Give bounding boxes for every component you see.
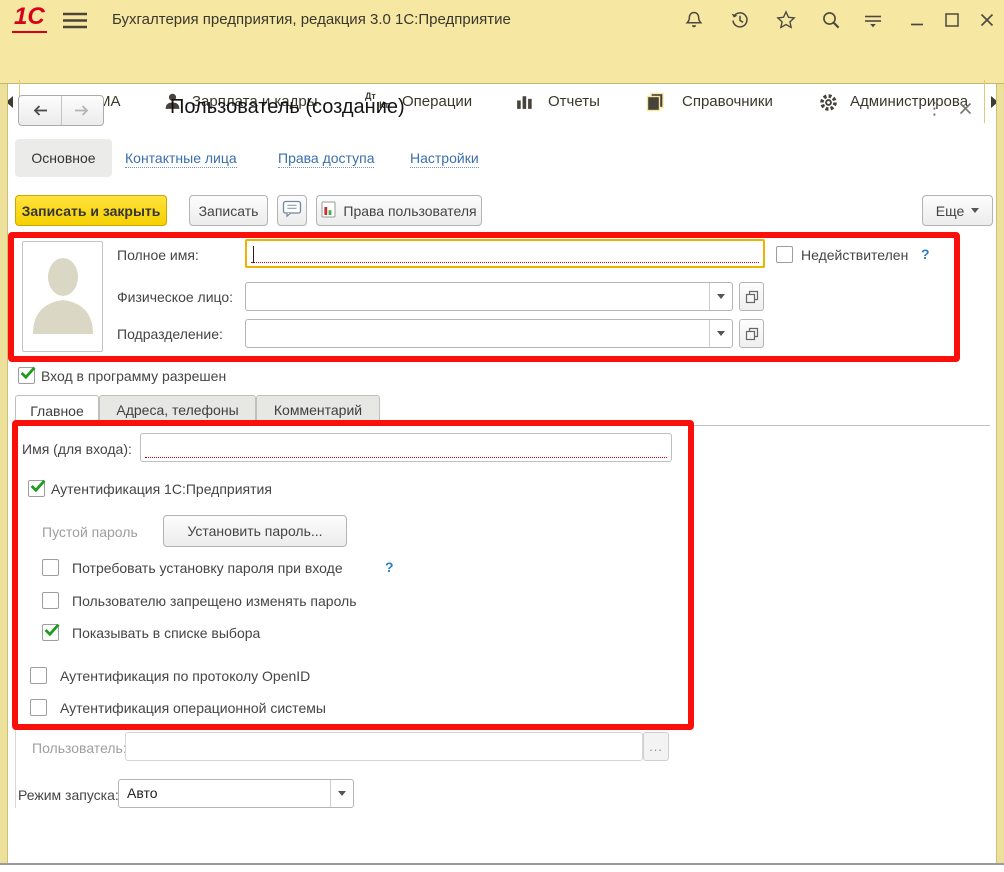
- auth-1c-label[interactable]: Аутентификация 1С:Предприятия: [51, 481, 272, 497]
- person-open-button[interactable]: [739, 282, 764, 311]
- search-icon[interactable]: [820, 9, 842, 31]
- invalid-label[interactable]: Недействителен: [801, 247, 908, 263]
- login-allowed-label[interactable]: Вход в программу разрешен: [41, 368, 226, 384]
- os-user-input[interactable]: [125, 732, 643, 761]
- department-label: Подразделение:: [117, 326, 223, 342]
- show-in-list-checkbox[interactable]: [42, 624, 59, 641]
- save-and-close-button[interactable]: Записать и закрыть: [15, 195, 167, 226]
- full-name-label: Полное имя:: [117, 247, 199, 263]
- tab-pane-border: [15, 425, 990, 426]
- settings-menu-icon[interactable]: [862, 9, 884, 31]
- tab-access-rights[interactable]: Права доступа: [278, 150, 374, 168]
- person-combo[interactable]: [245, 282, 733, 311]
- tab-settings[interactable]: Настройки: [410, 150, 479, 168]
- forbid-password-change-label[interactable]: Пользователю запрещено изменять пароль: [72, 593, 357, 609]
- save-button[interactable]: Записать: [189, 195, 268, 226]
- back-button[interactable]: [19, 96, 61, 125]
- window-bottom-edge: [0, 863, 1004, 865]
- run-mode-dropdown-icon[interactable]: [330, 780, 353, 807]
- text-caret: [253, 246, 254, 263]
- window-right-edge: [996, 84, 1004, 864]
- gear-icon: [818, 92, 839, 118]
- sections-panel: ОС и НМА Зарплата и кадры Дт Кт Операции…: [0, 40, 1004, 84]
- 1c-logo: 1С: [12, 4, 47, 33]
- auth-1c-checkbox[interactable]: [28, 480, 45, 497]
- tab-addresses-label: Адреса, телефоны: [116, 402, 238, 418]
- open-icon: [745, 327, 759, 341]
- tab-comment[interactable]: Комментарий: [256, 395, 380, 425]
- os-user-select-button[interactable]: ...: [643, 732, 669, 761]
- app-title: Бухгалтерия предприятия, редакция 3.0 1С…: [112, 11, 511, 28]
- os-auth-label[interactable]: Аутентификация операционной системы: [60, 700, 326, 716]
- comment-button[interactable]: [277, 195, 307, 226]
- open-icon: [745, 290, 759, 304]
- user-rights-label: Права пользователя: [343, 203, 476, 219]
- page-title: Пользователь (создание): [170, 96, 405, 119]
- tab-addresses[interactable]: Адреса, телефоны: [99, 395, 256, 425]
- require-password-checkbox[interactable]: [42, 559, 59, 576]
- invalid-checkbox[interactable]: [776, 246, 793, 263]
- require-password-help-link[interactable]: ?: [385, 559, 394, 575]
- chevron-down-icon: [971, 208, 979, 213]
- tab-glavnoe[interactable]: Главное: [15, 395, 99, 426]
- user-rights-icon: [321, 201, 336, 221]
- require-password-label[interactable]: Потребовать установку пароля при входе: [72, 560, 343, 576]
- department-combo[interactable]: [245, 319, 733, 348]
- tab-main[interactable]: Основное: [15, 139, 112, 177]
- history-icon[interactable]: [729, 9, 751, 31]
- full-name-input[interactable]: [245, 239, 765, 268]
- catalogs-icon: [645, 92, 665, 117]
- login-name-input[interactable]: [140, 433, 672, 462]
- forbid-password-change-checkbox[interactable]: [42, 592, 59, 609]
- more-label: Еще: [936, 203, 965, 219]
- more-button[interactable]: Еще: [922, 195, 993, 226]
- tab-contact-persons[interactable]: Контактные лица: [125, 150, 237, 168]
- user-rights-button[interactable]: Права пользователя: [316, 195, 482, 226]
- section-catalogs[interactable]: Справочники: [682, 93, 773, 110]
- person-dropdown-icon[interactable]: [709, 283, 732, 310]
- openid-auth-label[interactable]: Аутентификация по протоколу OpenID: [60, 668, 310, 684]
- tab-pane-border-left: [15, 425, 16, 808]
- department-dropdown-icon[interactable]: [709, 320, 732, 347]
- section-operations[interactable]: Операции: [402, 93, 472, 110]
- department-open-button[interactable]: [739, 319, 764, 348]
- os-auth-checkbox[interactable]: [30, 699, 47, 716]
- openid-auth-checkbox[interactable]: [30, 667, 47, 684]
- window-left-edge: [0, 84, 8, 864]
- run-mode-value: Авто: [127, 785, 158, 801]
- form-kebab-menu-icon[interactable]: ⋮: [926, 98, 943, 120]
- maximize-icon[interactable]: [941, 9, 963, 31]
- close-icon[interactable]: [976, 9, 998, 31]
- avatar-silhouette: [31, 256, 95, 336]
- empty-password-label: Пустой пароль: [42, 524, 138, 540]
- history-nav-group: [18, 95, 104, 126]
- login-allowed-checkbox[interactable]: [18, 367, 35, 384]
- set-password-button[interactable]: Установить пароль...: [163, 515, 347, 547]
- run-mode-label: Режим запуска:: [18, 787, 119, 803]
- show-in-list-label[interactable]: Показывать в списке выбора: [72, 625, 260, 641]
- notifications-icon[interactable]: [683, 9, 705, 31]
- section-reports[interactable]: Отчеты: [548, 93, 600, 110]
- login-name-label: Имя (для входа):: [22, 441, 132, 457]
- tab-glavnoe-label: Главное: [30, 403, 84, 419]
- minimize-icon[interactable]: [906, 9, 928, 31]
- forward-button[interactable]: [61, 96, 104, 125]
- person-label: Физическое лицо:: [117, 289, 233, 305]
- tab-main-label: Основное: [31, 150, 95, 166]
- favorites-icon[interactable]: [775, 9, 797, 31]
- os-user-label: Пользователь:: [32, 740, 127, 756]
- form-close-icon[interactable]: [958, 101, 973, 121]
- app-window: 1С Бухгалтерия предприятия, редакция 3.0…: [0, 0, 1004, 872]
- invalid-help-link[interactable]: ?: [921, 246, 930, 262]
- tab-comment-label: Комментарий: [274, 402, 362, 418]
- bar-chart-icon: [515, 92, 534, 116]
- run-mode-combo[interactable]: Авто: [118, 779, 354, 808]
- comment-icon: [282, 200, 302, 221]
- avatar[interactable]: [22, 241, 103, 352]
- titlebar: 1С Бухгалтерия предприятия, редакция 3.0…: [0, 0, 1004, 40]
- main-menu-icon[interactable]: [62, 12, 88, 34]
